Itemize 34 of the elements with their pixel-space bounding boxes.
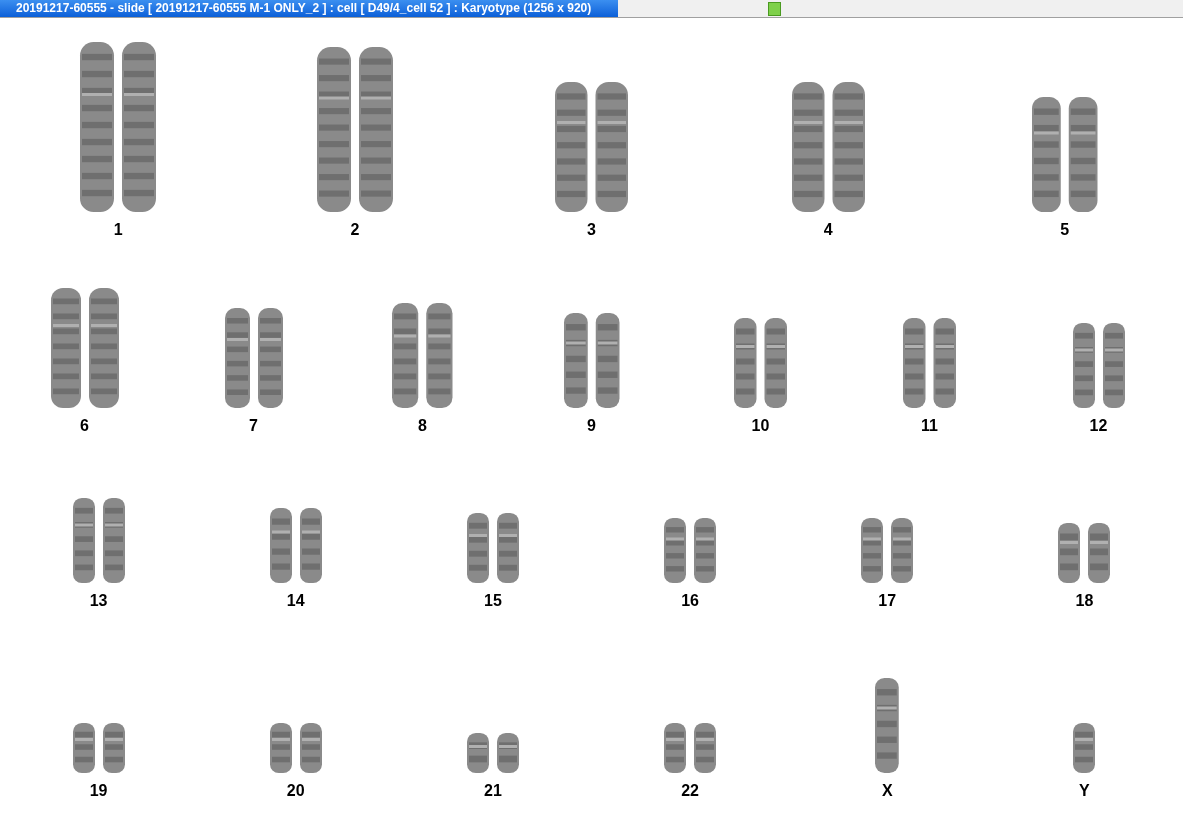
chromosome-number: Y: [1079, 781, 1090, 801]
chromosome-number: 16: [681, 591, 699, 611]
chromosome-number: 18: [1075, 591, 1094, 611]
chromosome-pair-drawing: [267, 721, 324, 775]
chromosome-number: 13: [89, 591, 108, 611]
chromosome-number: 4: [823, 220, 833, 240]
chromosome-number: 17: [878, 591, 897, 611]
chromosome-drawing: [1071, 721, 1098, 775]
status-indicator-icon: [768, 1, 781, 16]
chromosome-number: 8: [418, 416, 427, 436]
chromosome-number: 20: [286, 781, 305, 801]
chromosome-number: 7: [249, 416, 258, 436]
chromosome-pair-drawing: [662, 721, 719, 775]
window-title: 20191217-60555 - slide [ 20191217-60555 M-1 ONLY_2 ] : cell [ D49/4_cell 52 ] : Karyotype (1256 x 920): [0, 0, 618, 17]
chromosome-number: 12: [1089, 416, 1108, 436]
chromosome-number: 3: [587, 220, 596, 240]
chromosome-number: 22: [681, 781, 699, 801]
chromosome-pair-drawing: [859, 516, 916, 585]
chromosome-number: 2: [350, 220, 360, 240]
chromosome-number: 5: [1060, 220, 1070, 240]
chromosome-pair-drawing: [70, 721, 127, 775]
chromosome-number: 1: [113, 220, 123, 240]
chromosome-number: 19: [89, 781, 108, 801]
chromosome-number: 15: [484, 591, 502, 611]
chromosome-pair-drawing: [662, 516, 719, 585]
chromosome-number: 14: [286, 591, 305, 611]
chromosome-number: 21: [484, 781, 502, 801]
chromosome-number: X: [881, 781, 893, 801]
chromosome-number: 9: [587, 416, 596, 436]
chromosome-pair-drawing: [1056, 521, 1113, 585]
chromosome-pair-drawing: [464, 731, 521, 775]
chromosome-number: 6: [80, 416, 89, 436]
chromosome-number: 10: [751, 416, 770, 436]
chromosome-number: 11: [921, 416, 938, 436]
